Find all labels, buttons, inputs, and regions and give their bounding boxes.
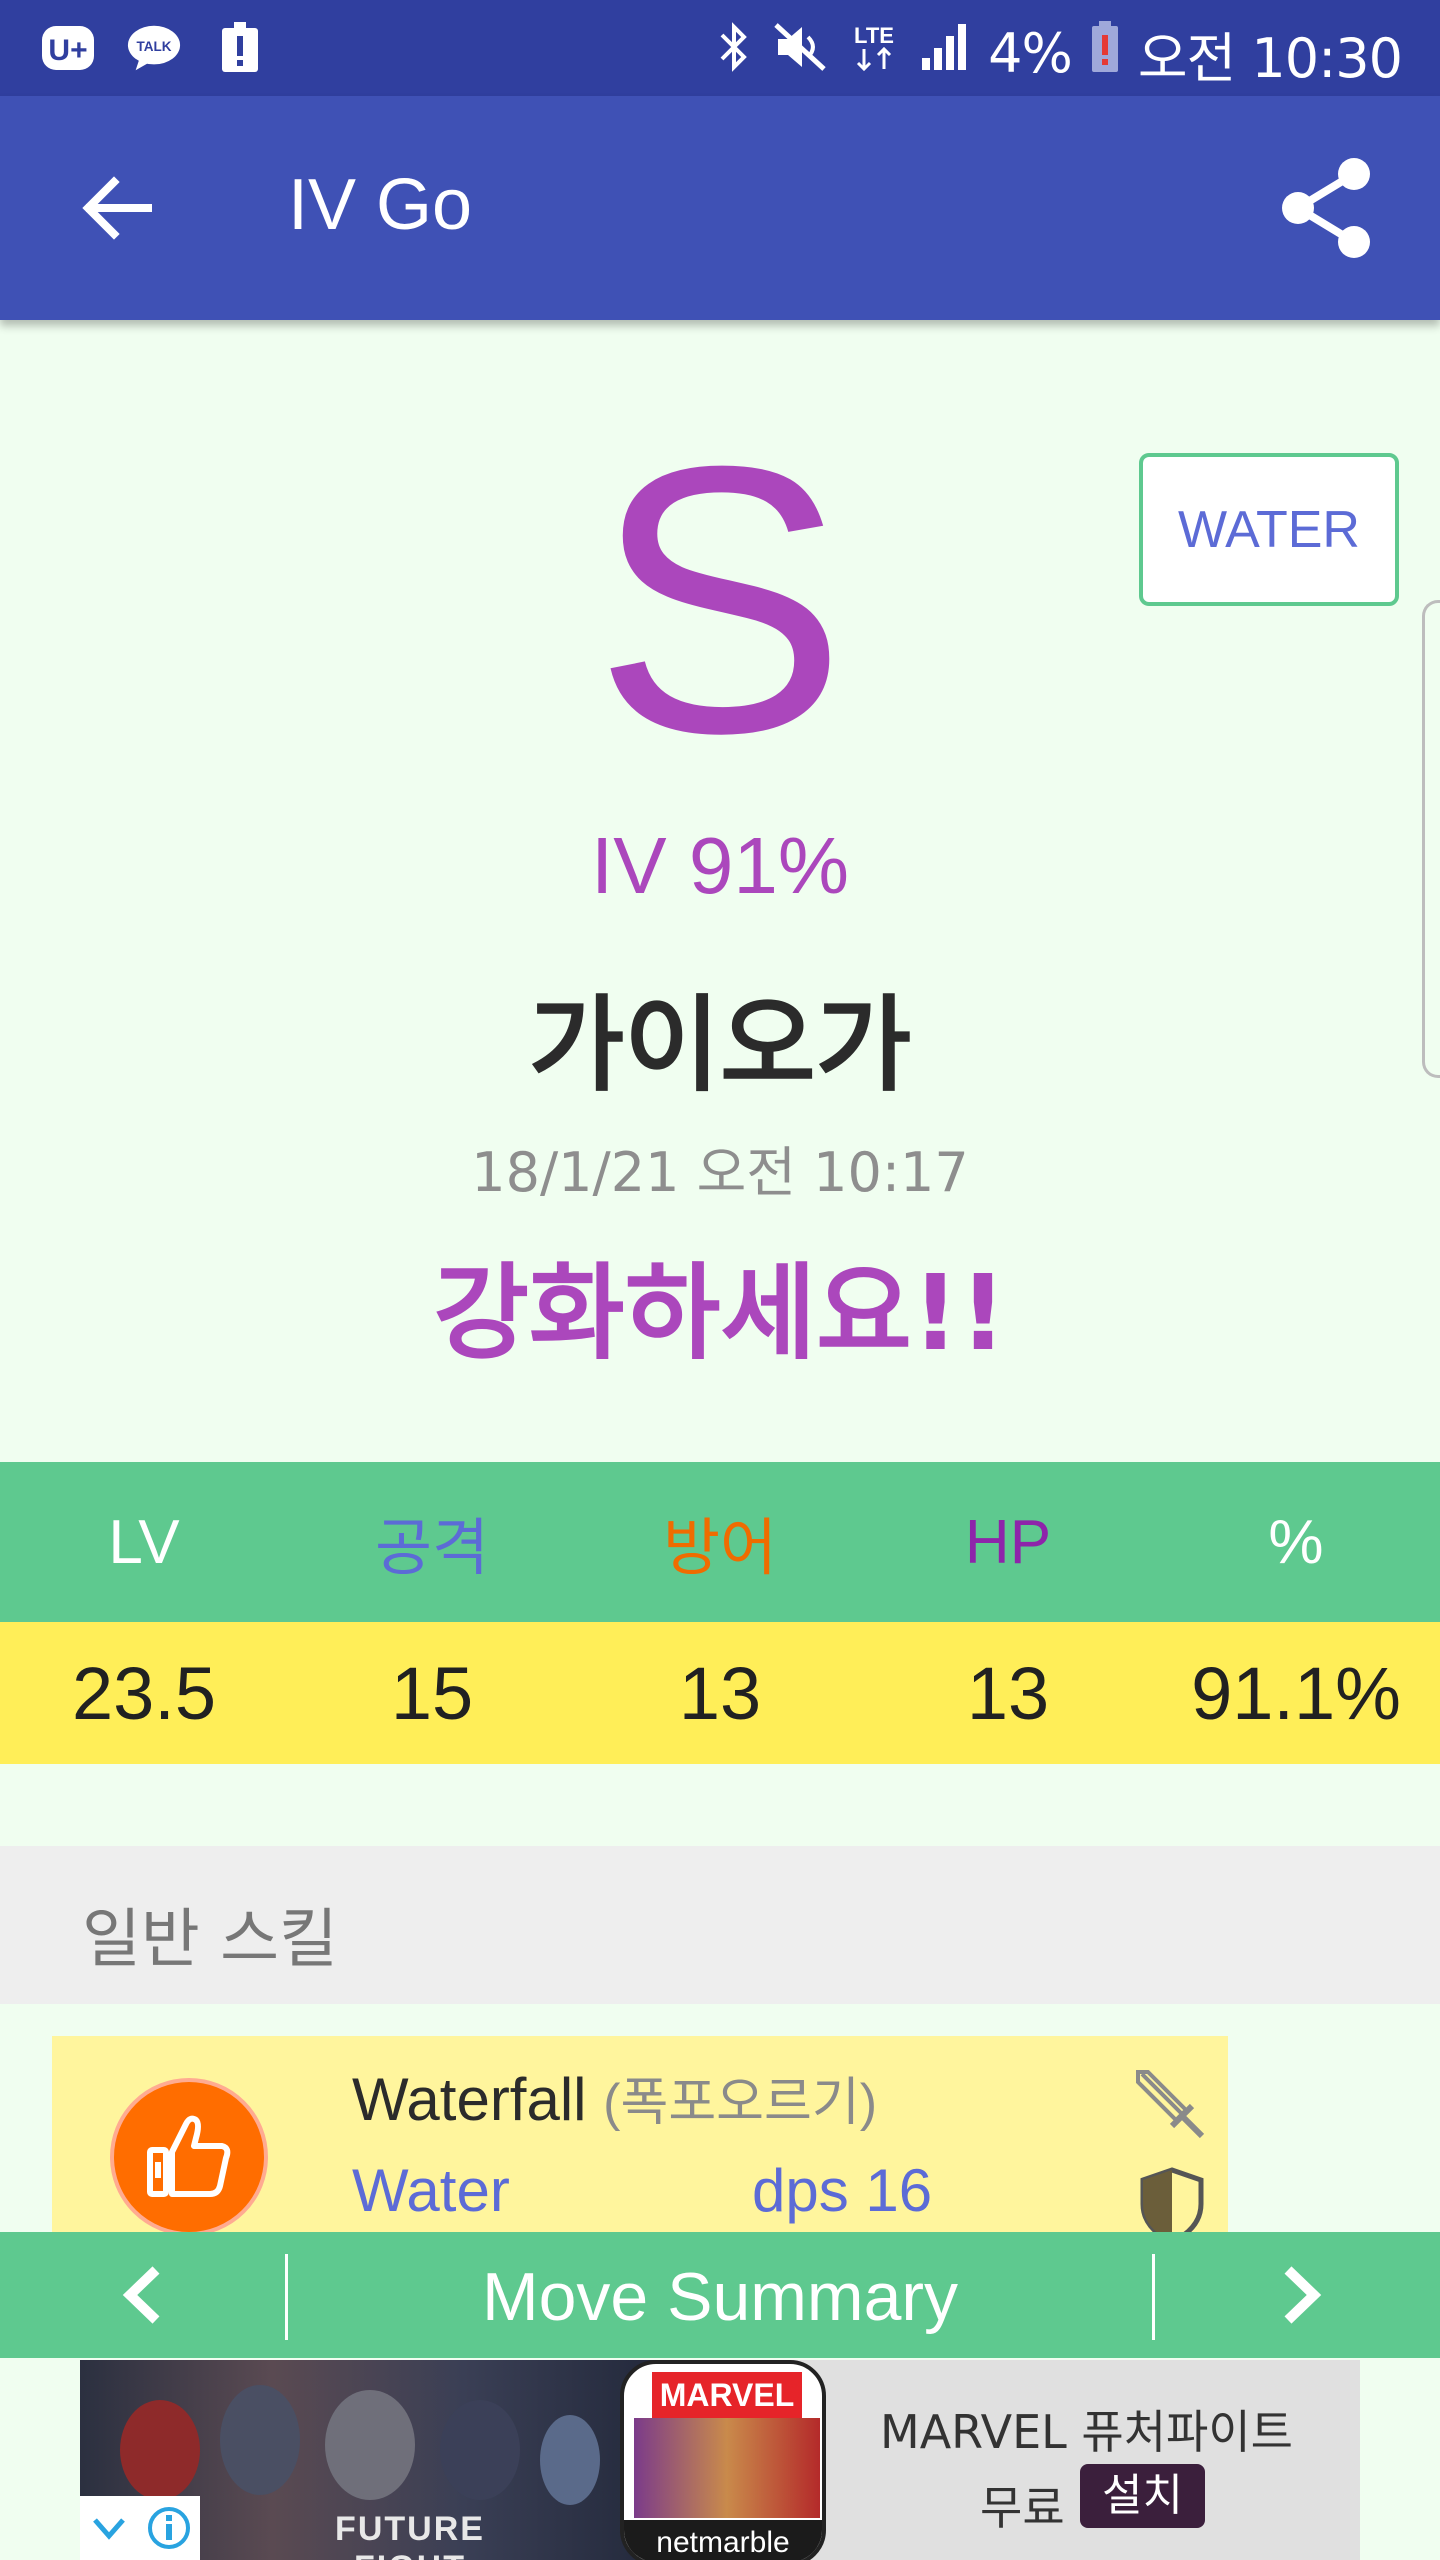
share-button[interactable] [1274, 152, 1384, 262]
header-defense: 방어 [662, 1514, 778, 1583]
back-button[interactable] [70, 158, 170, 258]
ad-banner[interactable]: FUTURE FIGHT MARVEL netmarble MARVEL 퓨처파… [80, 2360, 1360, 2560]
signal-icon [920, 22, 970, 85]
chevron-left-icon [122, 2266, 160, 2324]
skills-section-label: 일반 스킬 [82, 1903, 338, 1977]
svg-text:LTE: LTE [854, 23, 894, 48]
scan-date: 18/1/21 오전 10:17 [471, 1141, 969, 1204]
header-attack: 공격 [374, 1514, 490, 1583]
chevron-down-icon [93, 2518, 125, 2540]
skill-name: Waterfall (폭포오르기) [352, 2060, 877, 2135]
ad-free-label: 무료 [980, 2481, 1065, 2535]
share-icon [1282, 158, 1370, 258]
info-icon [148, 2507, 190, 2549]
mute-icon [772, 19, 828, 88]
bluetooth-icon [714, 19, 754, 88]
skill-type: Water [352, 2157, 510, 2224]
type-button[interactable]: WATER [1139, 453, 1399, 606]
value-attack: 15 [390, 1651, 474, 1735]
app-bar: IV Go [0, 96, 1440, 320]
battery-low-icon [1090, 19, 1120, 88]
nav-title: Move Summary [481, 2259, 959, 2335]
app-icon-art [634, 2418, 820, 2518]
advice-text: 강화하세요!! [433, 1252, 1007, 1374]
header-hp: HP [964, 1507, 1052, 1577]
value-defense: 13 [678, 1651, 762, 1735]
chevron-right-icon [1284, 2266, 1322, 2324]
prev-button[interactable] [100, 2250, 190, 2340]
skill-name-en: Waterfall [352, 2066, 587, 2133]
u-plus-icon: U+ [40, 22, 96, 74]
skills-section-header: 일반 스킬 [0, 1846, 1440, 2004]
alert-icon [212, 22, 268, 74]
value-lv: 23.5 [71, 1651, 217, 1735]
stats-header-row: LV 공격 방어 HP % [0, 1462, 1440, 1622]
svg-text:U+: U+ [48, 34, 87, 67]
value-hp: 13 [966, 1651, 1050, 1735]
ad-app-icon[interactable]: MARVEL netmarble [620, 2360, 826, 2560]
bottom-nav: Move Summary [0, 2232, 1440, 2358]
header-percent: % [1268, 1507, 1324, 1577]
sword-icon [1132, 2066, 1212, 2146]
clock: 오전 10:30 [1137, 27, 1403, 90]
battery-percent: 4% [988, 22, 1073, 85]
status-bar: U+ TALK LTE 4% 오전 10:30 [0, 0, 1440, 96]
lte-icon: LTE [846, 19, 902, 88]
next-button[interactable] [1254, 2250, 1344, 2340]
game-logo: FUTURE FIGHT [335, 2510, 485, 2560]
app-title: IV Go [288, 165, 473, 245]
marvel-logo: MARVEL [652, 2372, 802, 2418]
adchoices[interactable] [80, 2496, 200, 2560]
thumbs-up-icon [110, 2078, 268, 2236]
install-button[interactable]: 설치 [1080, 2464, 1205, 2528]
value-percent: 91.1% [1191, 1651, 1401, 1735]
pokemon-name: 가이오가 [528, 984, 912, 1106]
arrow-left-icon [82, 176, 152, 240]
iv-percentage: IV 91% [591, 821, 849, 910]
stats-value-row: 23.5 15 13 13 91.1% [0, 1622, 1440, 1764]
publisher-logo: netmarble [624, 2520, 822, 2560]
ad-title: MARVEL 퓨처파이트 [880, 2405, 1293, 2459]
shield-icon [1137, 2166, 1207, 2236]
kakaotalk-icon: TALK [126, 22, 182, 74]
skill-name-kr: (폭포오르기) [603, 2074, 878, 2132]
header-lv: LV [108, 1507, 180, 1577]
nav-divider [1152, 2254, 1155, 2340]
skill-card[interactable]: Waterfall (폭포오르기) Water dps 16 [52, 2036, 1228, 2236]
svg-text:TALK: TALK [137, 39, 172, 54]
skill-dps: dps 16 [752, 2157, 933, 2224]
